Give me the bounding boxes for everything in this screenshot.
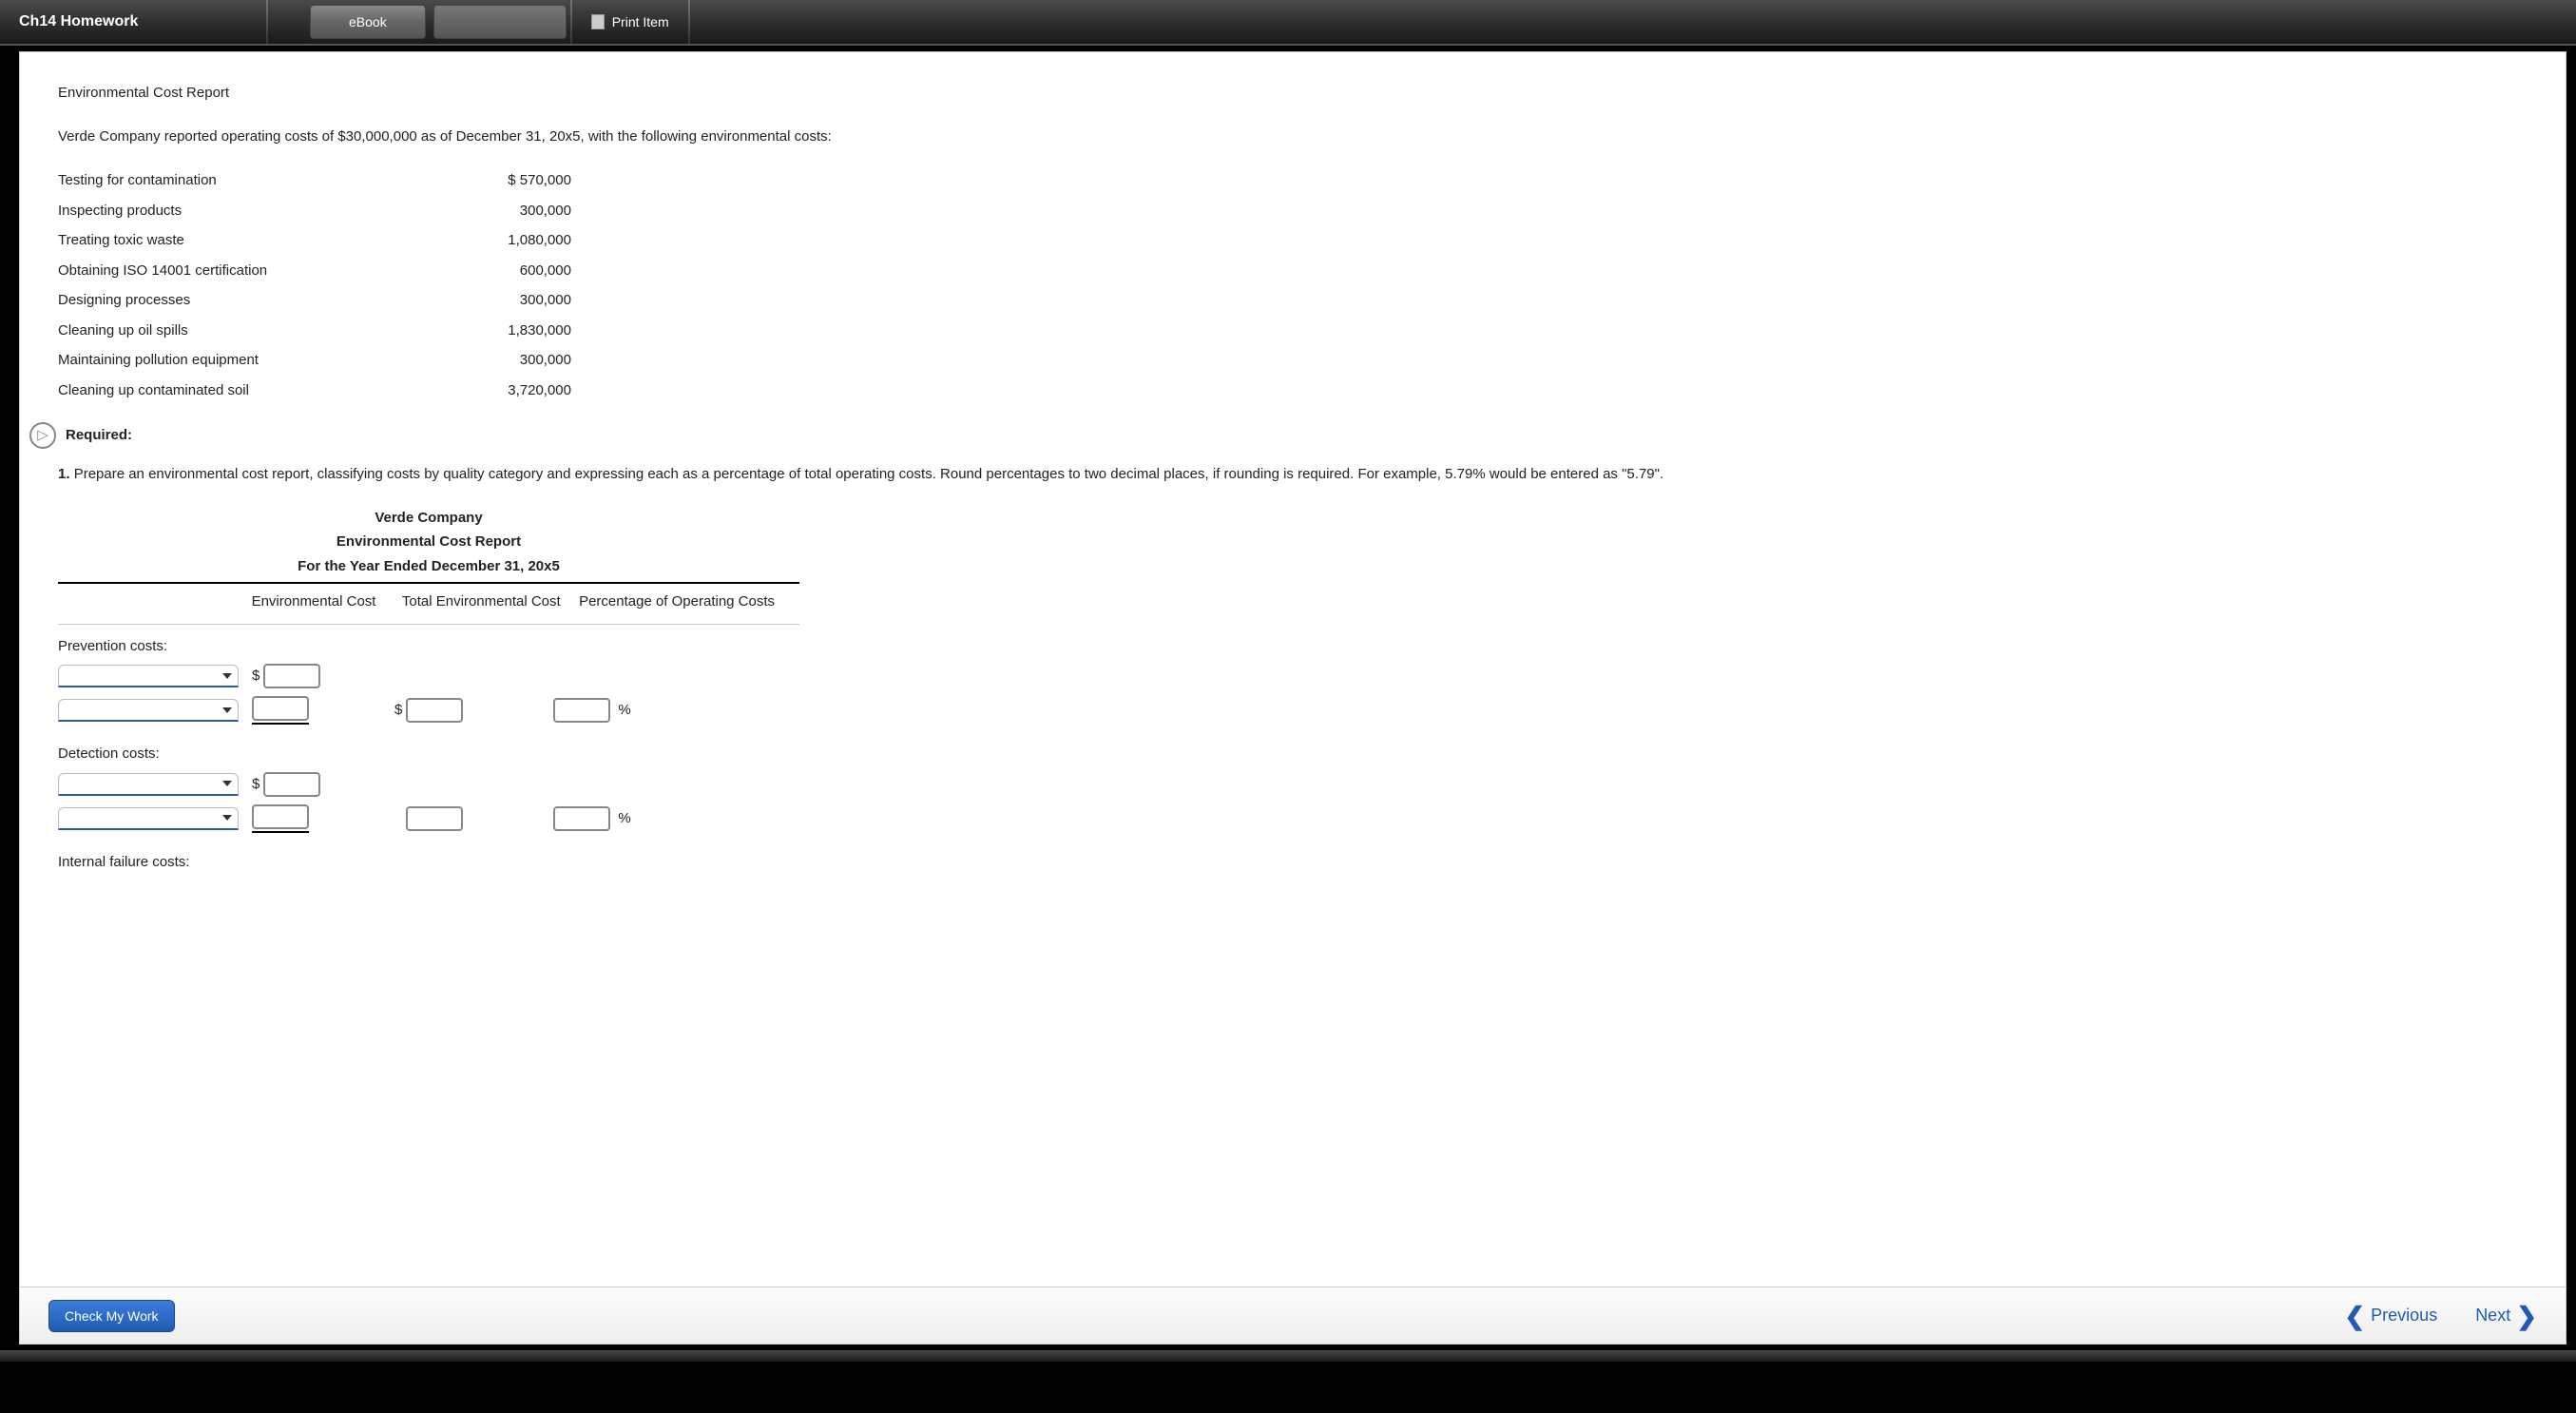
detection-amount-2[interactable] xyxy=(252,804,309,829)
dollar-sign: $ xyxy=(252,772,260,797)
report-period: For the Year Ended December 31, 20x5 xyxy=(58,554,799,579)
header-total-env: Total Environmental Cost xyxy=(394,590,570,614)
category-detection: Detection costs: xyxy=(58,732,2528,772)
detection-total[interactable] xyxy=(406,806,463,831)
prevention-select-1[interactable] xyxy=(58,665,239,687)
cost-label: Cleaning up contaminated soil xyxy=(58,376,457,406)
chevron-down-icon xyxy=(222,781,232,786)
cost-label: Treating toxic waste xyxy=(58,225,457,256)
cost-value: 300,000 xyxy=(457,196,571,226)
table-row: Designing processes300,000 xyxy=(58,285,571,316)
table-row: Obtaining ISO 14001 certification600,000 xyxy=(58,256,571,286)
percent-sign: % xyxy=(618,806,630,831)
prevention-total[interactable] xyxy=(406,698,463,723)
cost-value: 3,720,000 xyxy=(457,376,571,406)
cost-label: Designing processes xyxy=(58,285,457,316)
report-company: Verde Company xyxy=(58,506,799,531)
percent-sign: % xyxy=(618,698,630,723)
divider xyxy=(688,0,690,44)
detection-pct[interactable] xyxy=(553,806,610,831)
prevention-select-2[interactable] xyxy=(58,699,239,722)
q1-number: 1. xyxy=(58,466,74,482)
next-label: Next xyxy=(2475,1306,2510,1326)
chevron-down-icon xyxy=(222,707,232,713)
detection-select-2[interactable] xyxy=(58,807,239,830)
chevron-down-icon xyxy=(222,673,232,679)
cost-label: Maintaining pollution equipment xyxy=(58,345,457,376)
table-row: Treating toxic waste1,080,000 xyxy=(58,225,571,256)
cost-list-table: Testing for contamination$ 570,000 Inspe… xyxy=(58,165,571,405)
cost-value: 300,000 xyxy=(457,345,571,376)
chevron-right-icon: ❯ xyxy=(2516,1304,2537,1328)
page-title: Environmental Cost Report xyxy=(58,81,2528,106)
cost-label: Inspecting products xyxy=(58,196,457,226)
print-item-link[interactable]: Print Item xyxy=(572,14,688,29)
cost-value: 600,000 xyxy=(457,256,571,286)
table-row: Maintaining pollution equipment300,000 xyxy=(58,345,571,376)
cost-value: 1,830,000 xyxy=(457,316,571,346)
chevron-down-icon xyxy=(222,815,232,821)
q1-text: Prepare an environmental cost report, cl… xyxy=(74,466,1663,482)
table-row: Testing for contamination$ 570,000 xyxy=(58,165,571,196)
previous-button[interactable]: ❮ Previous xyxy=(2344,1304,2437,1328)
table-row: Cleaning up oil spills1,830,000 xyxy=(58,316,571,346)
previous-label: Previous xyxy=(2371,1306,2437,1326)
prevention-amount-1[interactable] xyxy=(263,664,320,688)
print-label: Print Item xyxy=(612,14,669,29)
report-name: Environmental Cost Report xyxy=(58,530,799,554)
check-my-work-button[interactable]: Check My Work xyxy=(48,1300,175,1332)
dollar-sign: $ xyxy=(394,698,402,723)
question-1: 1. Prepare an environmental cost report,… xyxy=(58,462,2528,487)
dollar-sign: $ xyxy=(252,664,260,688)
next-button[interactable]: Next ❯ xyxy=(2475,1304,2537,1328)
check-label: Check My Work xyxy=(65,1308,159,1324)
intro-text: Verde Company reported operating costs o… xyxy=(58,125,2528,149)
required-label: Required: xyxy=(66,423,132,448)
table-row: Cleaning up contaminated soil3,720,000 xyxy=(58,376,571,406)
cost-label: Cleaning up oil spills xyxy=(58,316,457,346)
prevention-pct[interactable] xyxy=(553,698,610,723)
divider xyxy=(266,0,268,44)
footer-bar: Check My Work ❮ Previous Next ❯ xyxy=(20,1287,2566,1344)
bottom-chrome xyxy=(0,1350,2576,1362)
category-prevention: Prevention costs: xyxy=(58,625,2528,665)
main-content: Environmental Cost Report Verde Company … xyxy=(19,51,2566,1345)
cost-value: 300,000 xyxy=(457,285,571,316)
prevention-amount-2[interactable] xyxy=(252,696,309,721)
cost-value: 1,080,000 xyxy=(457,225,571,256)
header-pct: Percentage of Operating Costs xyxy=(569,590,799,614)
header-env-cost: Environmental Cost xyxy=(235,590,394,614)
cost-label: Testing for contamination xyxy=(58,165,457,196)
cost-label: Obtaining ISO 14001 certification xyxy=(58,256,457,286)
cost-value: $ 570,000 xyxy=(457,165,571,196)
chevron-left-icon: ❮ xyxy=(2344,1304,2365,1328)
category-internal-failure: Internal failure costs: xyxy=(58,841,2528,881)
detection-select-1[interactable] xyxy=(58,773,239,796)
expand-toggle[interactable]: ▷ xyxy=(29,422,56,449)
assignment-title: Ch14 Homework xyxy=(0,13,266,30)
ebook-button[interactable]: eBook xyxy=(310,5,426,39)
ebook-label: eBook xyxy=(349,14,387,29)
document-icon xyxy=(591,14,605,29)
report-table: Verde Company Environmental Cost Report … xyxy=(58,506,2528,881)
topbar: Ch14 Homework eBook Print Item xyxy=(0,0,2576,46)
empty-tab[interactable] xyxy=(433,5,567,39)
table-row: Inspecting products300,000 xyxy=(58,196,571,226)
detection-amount-1[interactable] xyxy=(263,772,320,797)
chevron-right-icon: ▷ xyxy=(37,423,48,448)
